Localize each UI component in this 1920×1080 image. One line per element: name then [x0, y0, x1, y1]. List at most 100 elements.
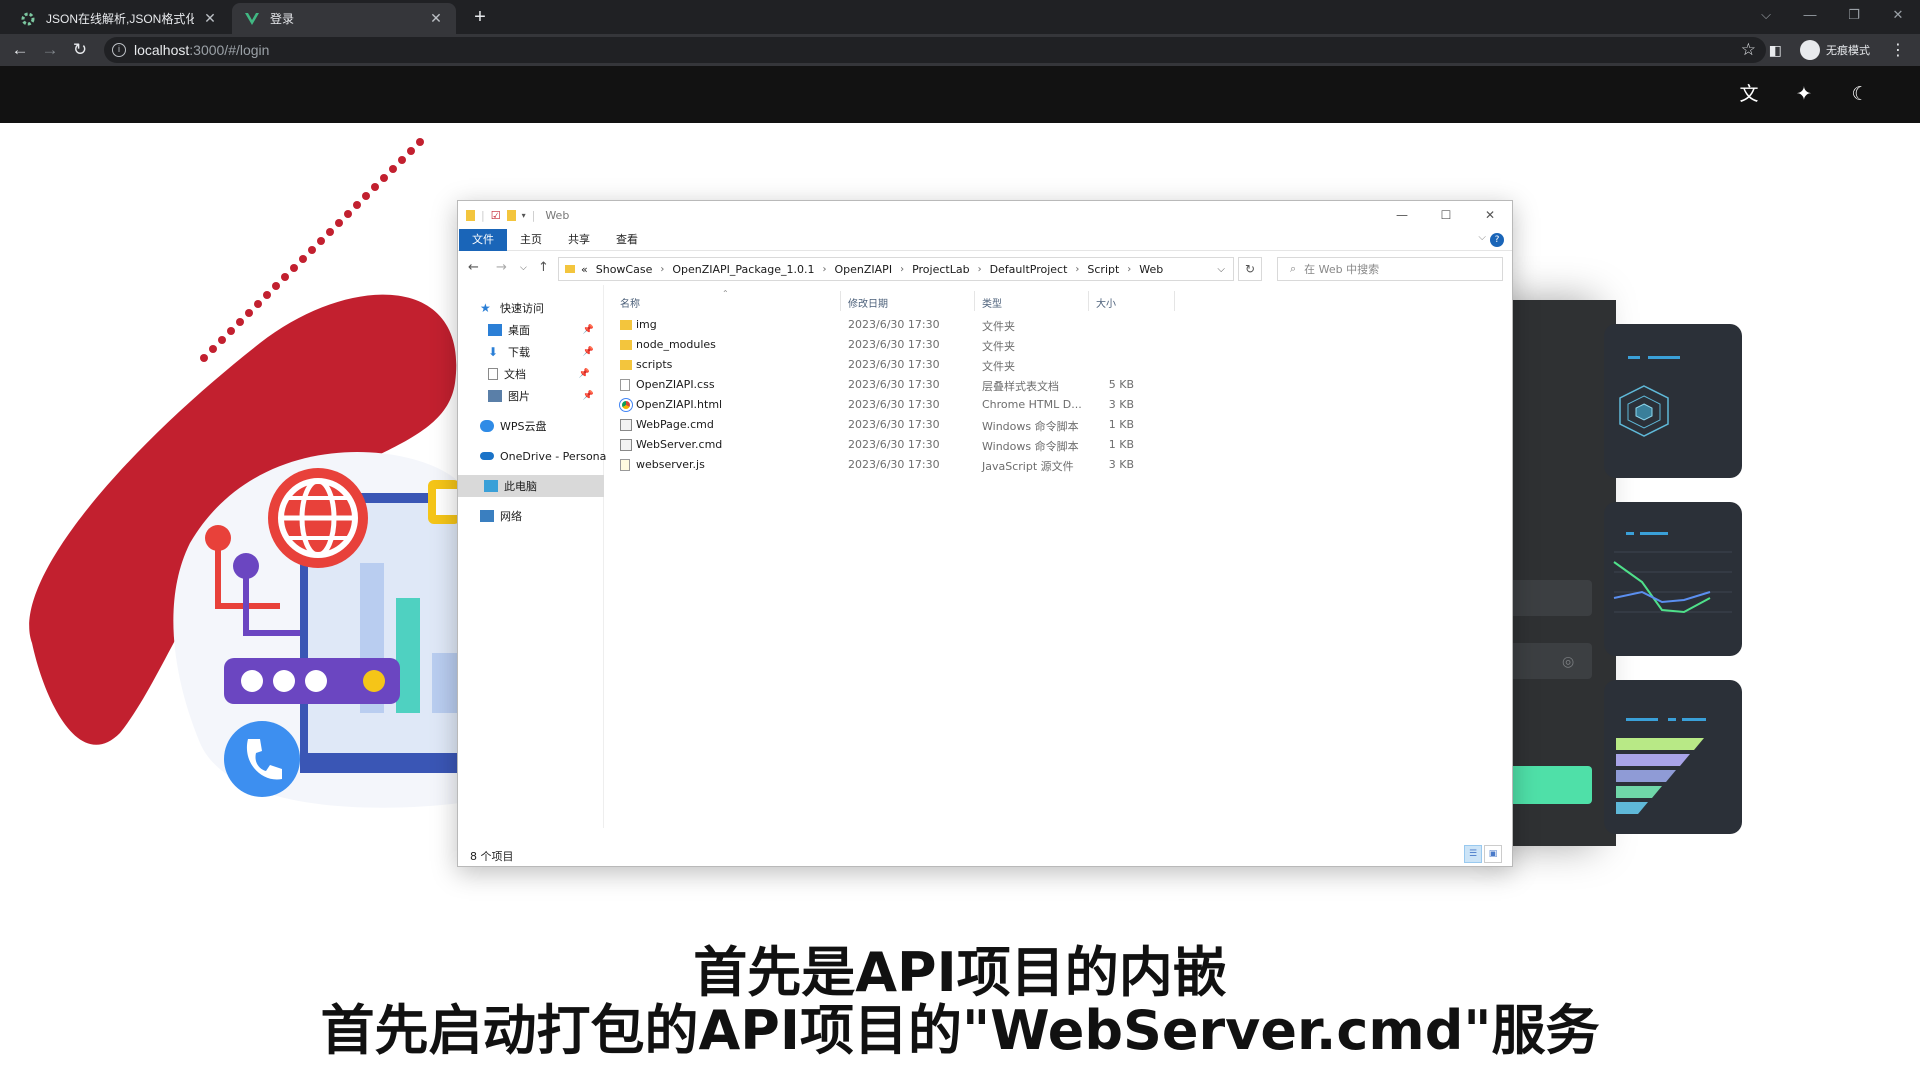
customize-qa-icon[interactable]: ▾	[522, 211, 526, 220]
details-view-icon[interactable]: ☰	[1464, 845, 1482, 863]
breadcrumb-item[interactable]: ShowCase	[596, 263, 653, 276]
breadcrumb-item[interactable]: DefaultProject	[990, 263, 1068, 276]
back-icon[interactable]: ←	[8, 38, 32, 62]
reload-icon[interactable]: ↻	[68, 38, 92, 62]
minimize-icon[interactable]: —	[1380, 201, 1424, 229]
chevron-right-icon[interactable]: ›	[823, 264, 827, 275]
file-row[interactable]: img 2023/6/30 17:30 文件夹	[604, 315, 1204, 335]
item-count: 8 个项目	[470, 850, 514, 863]
address-bar[interactable]: i localhost:3000/#/login ☆	[104, 37, 1766, 63]
nav-wps-cloud[interactable]: WPS云盘	[480, 415, 547, 437]
ribbon-tab-home[interactable]: 主页	[507, 229, 555, 251]
close-icon[interactable]: ✕	[1468, 201, 1512, 229]
close-icon[interactable]: ✕	[202, 10, 218, 27]
profile-button[interactable]: 无痕模式	[1800, 40, 1870, 60]
tab-title: JSON在线解析,JSON格式化,JSO	[46, 12, 194, 26]
translate-icon[interactable]: 文	[1736, 82, 1762, 108]
url-text[interactable]: localhost:3000/#/login	[134, 42, 269, 58]
nav-network[interactable]: 网络	[480, 505, 522, 527]
large-icons-view-icon[interactable]: ▣	[1484, 845, 1502, 863]
chevron-right-icon[interactable]: ›	[900, 264, 904, 275]
menu-icon[interactable]: ⋮	[1890, 40, 1906, 60]
chrome-icon	[619, 398, 633, 412]
column-header-date[interactable]: 修改日期	[848, 295, 888, 310]
nav-quick-access[interactable]: ★ 快速访问	[480, 297, 544, 319]
ribbon-tab-share[interactable]: 共享	[555, 229, 603, 251]
magic-wand-icon[interactable]: ✦	[1791, 82, 1817, 108]
close-window-icon[interactable]: ✕	[1876, 0, 1920, 30]
file-row[interactable]: OpenZIAPI.html 2023/6/30 17:30 Chrome HT…	[604, 395, 1204, 415]
file-row[interactable]: WebPage.cmd 2023/6/30 17:30 Windows 命令脚本…	[604, 415, 1204, 435]
up-icon[interactable]: ↑	[538, 260, 549, 275]
side-panel-icon[interactable]: ◧	[1769, 42, 1782, 59]
ribbon-tab-file[interactable]: 文件	[459, 228, 507, 251]
nav-desktop[interactable]: 桌面 📌	[488, 319, 594, 341]
file-row[interactable]: OpenZIAPI.css 2023/6/30 17:30 层叠样式表文档 5 …	[604, 375, 1204, 395]
info-icon[interactable]: i	[112, 43, 126, 57]
pin-icon: 📌	[582, 325, 594, 335]
file-row[interactable]: scripts 2023/6/30 17:30 文件夹	[604, 355, 1204, 375]
breadcrumb-item[interactable]: Script	[1087, 263, 1119, 276]
moon-icon[interactable]: ☾	[1847, 82, 1873, 108]
eye-off-icon[interactable]: ◎	[1562, 653, 1574, 670]
file-row[interactable]: WebServer.cmd 2023/6/30 17:30 Windows 命令…	[604, 435, 1204, 455]
breadcrumb-overflow[interactable]: «	[581, 263, 588, 276]
breadcrumb-item[interactable]: OpenZIAPI_Package_1.0.1	[672, 263, 814, 276]
file-date: 2023/6/30 17:30	[848, 338, 940, 351]
login-illustration	[29, 138, 460, 808]
file-size: 1 KB	[1108, 418, 1134, 431]
minimize-icon[interactable]: —	[1788, 0, 1832, 30]
address-dropdown-icon[interactable]: ⌵	[1217, 264, 1225, 275]
bookmark-star-icon[interactable]: ☆	[1741, 40, 1756, 60]
tab-json-tool[interactable]: JSON在线解析,JSON格式化,JSO ✕	[8, 3, 230, 34]
new-tab-button[interactable]: +	[468, 5, 492, 29]
maximize-icon[interactable]: ☐	[1424, 201, 1468, 229]
nav-downloads[interactable]: ⬇ 下载 📌	[488, 341, 594, 363]
forward-icon[interactable]: →	[496, 260, 507, 275]
folder-icon	[620, 340, 632, 350]
gear-favicon-icon	[20, 11, 36, 27]
computer-icon	[484, 480, 498, 492]
file-row[interactable]: node_modules 2023/6/30 17:30 文件夹	[604, 335, 1204, 355]
file-row[interactable]: webserver.js 2023/6/30 17:30 JavaScript …	[604, 455, 1204, 475]
column-header-size[interactable]: 大小	[1096, 295, 1116, 310]
password-field[interactable]	[1512, 643, 1592, 679]
file-type: 文件夹	[982, 340, 1015, 353]
chevron-right-icon[interactable]: ›	[660, 264, 664, 275]
login-button[interactable]	[1512, 766, 1592, 804]
radar-chart-card	[1604, 324, 1742, 478]
column-header-type[interactable]: 类型	[982, 295, 1002, 310]
nav-label: 图片	[508, 390, 530, 403]
recent-locations-icon[interactable]: ⌵	[520, 263, 527, 273]
chevron-right-icon[interactable]: ›	[978, 264, 982, 275]
back-icon[interactable]: ←	[468, 260, 479, 275]
username-field[interactable]	[1512, 580, 1592, 616]
nav-pictures[interactable]: 图片 📌	[488, 385, 594, 407]
chevron-right-icon[interactable]: ›	[1127, 264, 1131, 275]
restore-icon[interactable]: ❐	[1832, 0, 1876, 30]
navigation-pane: ★ 快速访问 桌面 📌 ⬇ 下载 📌 文档 📌 图片 📌 WPS云盘 OneDr…	[458, 285, 606, 828]
breadcrumb-item[interactable]: OpenZIAPI	[835, 263, 893, 276]
close-icon[interactable]: ✕	[428, 10, 444, 27]
chevron-right-icon[interactable]: ›	[1075, 264, 1079, 275]
file-type: 文件夹	[982, 360, 1015, 373]
new-folder-icon[interactable]	[506, 209, 516, 221]
forward-icon[interactable]: →	[38, 38, 62, 62]
explorer-breadcrumb[interactable]: « ShowCase › OpenZIAPI_Package_1.0.1 › Ope…	[558, 257, 1234, 281]
tab-search-icon[interactable]: ⌵	[1744, 0, 1788, 30]
ribbon-tab-view[interactable]: 查看	[603, 229, 651, 251]
nav-this-pc[interactable]: 此电脑	[458, 475, 604, 497]
nav-label: 桌面	[508, 324, 530, 337]
column-header-name[interactable]: 名称	[620, 295, 640, 310]
expand-ribbon-icon[interactable]: ⌵	[1478, 232, 1486, 243]
refresh-button[interactable]: ↻	[1238, 257, 1262, 281]
explorer-search-box[interactable]: ⌕ 在 Web 中搜索	[1277, 257, 1503, 281]
properties-icon[interactable]: ☑	[491, 209, 501, 222]
nav-documents[interactable]: 文档 📌	[488, 363, 590, 385]
breadcrumb-item-current[interactable]: Web	[1139, 263, 1163, 276]
nav-onedrive[interactable]: OneDrive - Persona	[480, 445, 606, 467]
breadcrumb-item[interactable]: ProjectLab	[912, 263, 970, 276]
help-icon[interactable]: ?	[1490, 233, 1504, 247]
tab-login[interactable]: 登录 ✕	[232, 3, 456, 34]
file-name: img	[636, 318, 657, 331]
